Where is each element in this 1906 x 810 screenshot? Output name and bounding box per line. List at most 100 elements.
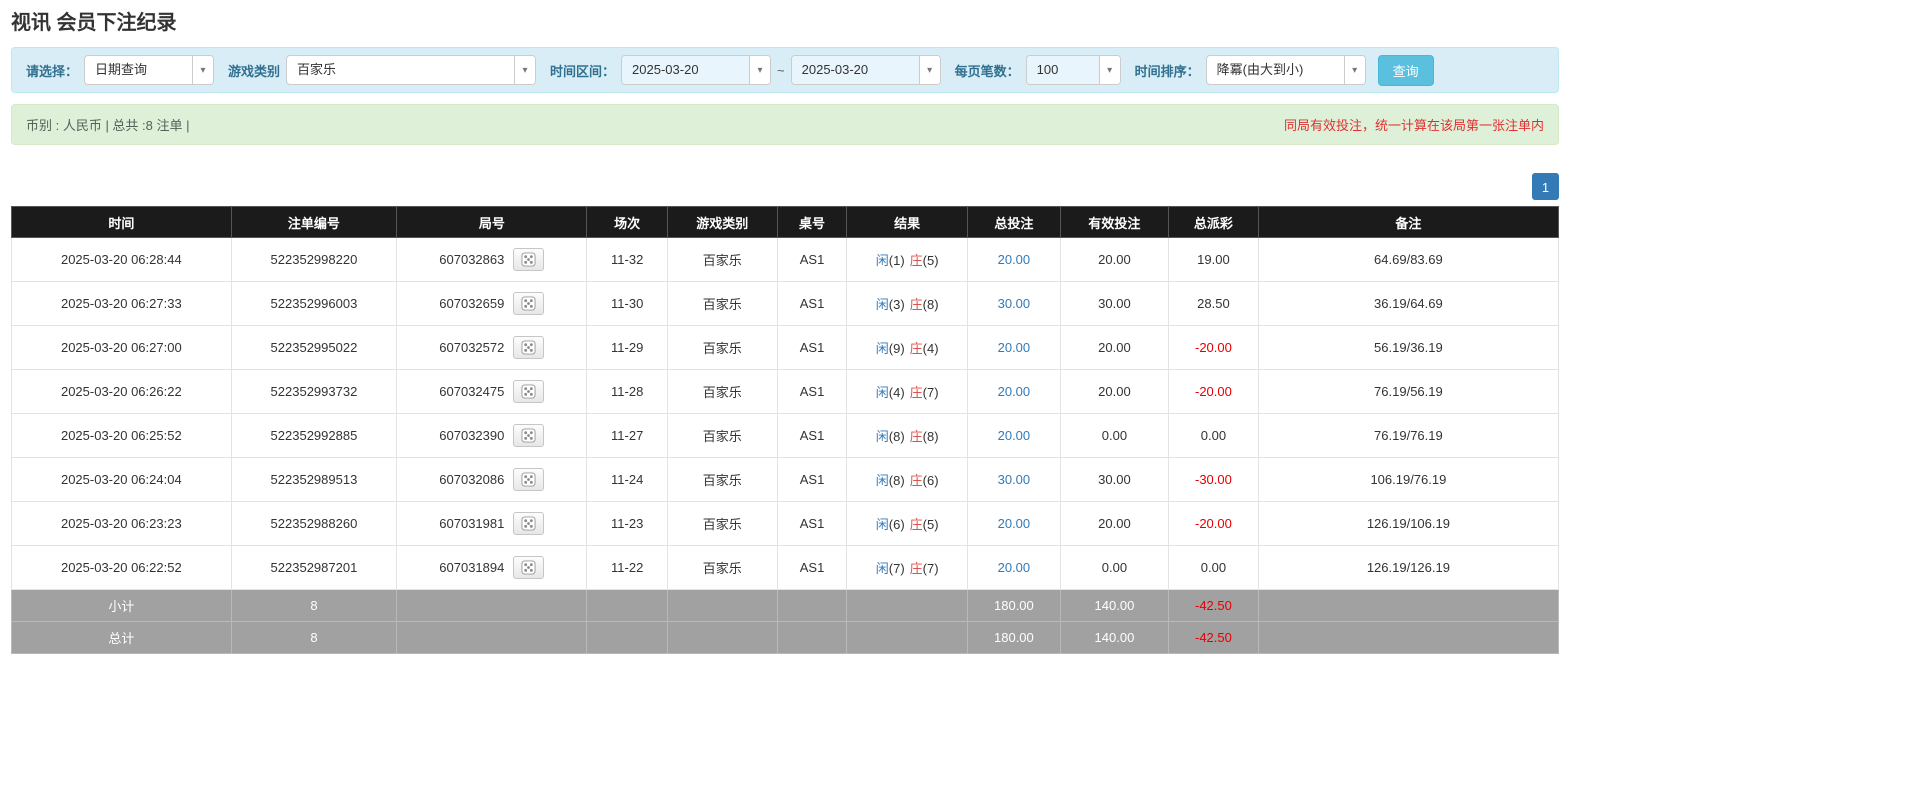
caret-down-icon[interactable]: ▾ [192, 56, 214, 84]
caret-down-icon[interactable]: ▾ [1343, 56, 1365, 84]
sort-value: 降冪(由大到小) [1216, 62, 1304, 77]
total-bet-link[interactable]: 20.00 [998, 384, 1031, 399]
total-bet-link[interactable]: 30.00 [998, 472, 1031, 487]
table-header-row: 时间 注单编号 局号 场次 游戏类别 桌号 结果 总投注 有效投注 总派彩 备注 [11, 206, 1560, 238]
sort-select[interactable]: 降冪(由大到小) ▾ [1205, 55, 1366, 85]
result-banker-label: 庄 [909, 473, 923, 488]
result-banker-label: 庄 [909, 561, 923, 576]
cell-table-no: AS1 [776, 501, 848, 546]
page-button-1[interactable]: 1 [1532, 173, 1559, 200]
cell-summary-label: 小计 [11, 589, 232, 622]
cell-session: 11-28 [586, 369, 668, 414]
cell-table-no: AS1 [776, 545, 848, 590]
query-type-select[interactable]: 日期查询 ▾ [84, 55, 215, 85]
cell-result: 闲(9) 庄(4) [846, 325, 968, 370]
cell-total-bet: 20.00 [966, 545, 1061, 590]
cell-table-no: AS1 [776, 325, 848, 370]
cell-payout: 28.50 [1168, 281, 1259, 326]
game-type-value: 百家乐 [297, 62, 337, 77]
table-row: 2025-03-20 06:28:44 522352998220 607032863… [11, 237, 1560, 282]
cell-empty [776, 621, 848, 654]
total-bet-link[interactable]: 20.00 [998, 516, 1031, 531]
cell-time: 2025-03-20 06:27:00 [11, 325, 232, 370]
round-detail-button[interactable] [513, 292, 545, 315]
cell-result: 闲(7) 庄(7) [846, 545, 968, 590]
column-header: 时间 [11, 206, 232, 238]
cell-time: 2025-03-20 06:23:23 [11, 501, 232, 546]
date-to-input[interactable]: 2025-03-20 ▾ [790, 55, 941, 85]
range-separator: ~ [777, 62, 785, 78]
caret-down-icon[interactable]: ▾ [514, 56, 536, 84]
round-id-value: 607032390 [439, 428, 505, 443]
column-header: 游戏类别 [666, 206, 778, 238]
summary-bar: 币别 : 人民币 | 总共 :8 注单 | 同局有效投注，统一计算在该局第一张注… [11, 104, 1559, 145]
cell-result: 闲(3) 庄(8) [846, 281, 968, 326]
cell-total-bet: 20.00 [966, 369, 1061, 414]
cell-empty [1257, 589, 1560, 622]
total-bet-link[interactable]: 30.00 [998, 296, 1031, 311]
cell-payout: 0.00 [1168, 413, 1259, 458]
summary-currency-count: 币别 : 人民币 | 总共 :8 注单 | [26, 118, 190, 133]
page-title: 视讯 会员下注纪录 [11, 12, 177, 34]
grandtotal-row: 总计 8 180.00 140.00 -42.50 [11, 621, 1560, 654]
result-player-label: 闲 [875, 341, 889, 356]
round-detail-button[interactable] [513, 336, 545, 359]
round-detail-button[interactable] [513, 556, 545, 579]
cell-total-bet: 20.00 [966, 501, 1061, 546]
game-type-label: 游戏类别 [228, 63, 281, 79]
dice-icon [521, 560, 536, 575]
column-header: 场次 [586, 206, 668, 238]
cell-round-id: 607032863 [396, 237, 588, 282]
column-header: 总派彩 [1168, 206, 1259, 238]
cell-empty [586, 589, 668, 622]
result-banker-score: (7) [922, 385, 939, 400]
cell-game-type: 百家乐 [666, 545, 778, 590]
cell-game-type: 百家乐 [666, 457, 778, 502]
caret-down-icon[interactable]: ▾ [1098, 56, 1120, 84]
cell-valid-bet: 30.00 [1059, 281, 1170, 326]
round-detail-button[interactable] [513, 512, 545, 535]
result-player-score: (8) [888, 473, 905, 488]
result-banker-score: (5) [922, 253, 939, 268]
round-id-value: 607032863 [439, 252, 505, 267]
table-body: 2025-03-20 06:28:44 522352998220 607032863… [11, 237, 1560, 590]
caret-down-icon[interactable]: ▾ [918, 56, 940, 84]
payout-value: 0.00 [1200, 560, 1227, 575]
total-bet-link[interactable]: 20.00 [998, 428, 1031, 443]
records-table: 时间 注单编号 局号 场次 游戏类别 桌号 结果 总投注 有效投注 总派彩 备注 2025-03-2… [11, 206, 1560, 654]
search-button[interactable]: 查询 [1377, 54, 1434, 86]
result-player-score: (4) [888, 385, 905, 400]
cell-session: 11-32 [586, 237, 668, 282]
payout-value: -20.00 [1195, 340, 1232, 355]
summary-note: 同局有效投注，统一计算在该局第一张注单内 [1283, 118, 1544, 133]
round-detail-button[interactable] [513, 248, 545, 271]
game-type-select[interactable]: 百家乐 ▾ [286, 55, 537, 85]
table-row: 2025-03-20 06:25:52 522352992885 607032390… [11, 413, 1560, 458]
total-bet-link[interactable]: 20.00 [998, 340, 1031, 355]
cell-payout: -20.00 [1168, 369, 1259, 414]
total-bet-link[interactable]: 20.00 [998, 560, 1031, 575]
table-row: 2025-03-20 06:27:00 522352995022 607032572… [11, 325, 1560, 370]
date-from-input[interactable]: 2025-03-20 ▾ [621, 55, 772, 85]
round-detail-button[interactable] [513, 468, 545, 491]
result-player-label: 闲 [875, 297, 889, 312]
cell-total-bet: 30.00 [966, 457, 1061, 502]
cell-note: 36.19/64.69 [1257, 281, 1560, 326]
page-size-select[interactable]: 100 ▾ [1025, 55, 1121, 85]
dice-icon [521, 384, 536, 399]
round-detail-button[interactable] [513, 380, 545, 403]
result-player-score: (3) [888, 297, 905, 312]
round-detail-button[interactable] [513, 424, 545, 447]
cell-session: 11-23 [586, 501, 668, 546]
result-banker-score: (6) [922, 473, 939, 488]
total-bet-link[interactable]: 20.00 [998, 252, 1031, 267]
round-id-value: 607032659 [439, 296, 505, 311]
result-banker-label: 庄 [909, 297, 923, 312]
cell-round-id: 607032086 [396, 457, 588, 502]
pagination: 1 [11, 173, 1559, 200]
caret-down-icon[interactable]: ▾ [749, 56, 771, 84]
dice-icon [521, 428, 536, 443]
cell-time: 2025-03-20 06:22:52 [11, 545, 232, 590]
cell-result: 闲(1) 庄(5) [846, 237, 968, 282]
cell-empty [846, 589, 968, 622]
